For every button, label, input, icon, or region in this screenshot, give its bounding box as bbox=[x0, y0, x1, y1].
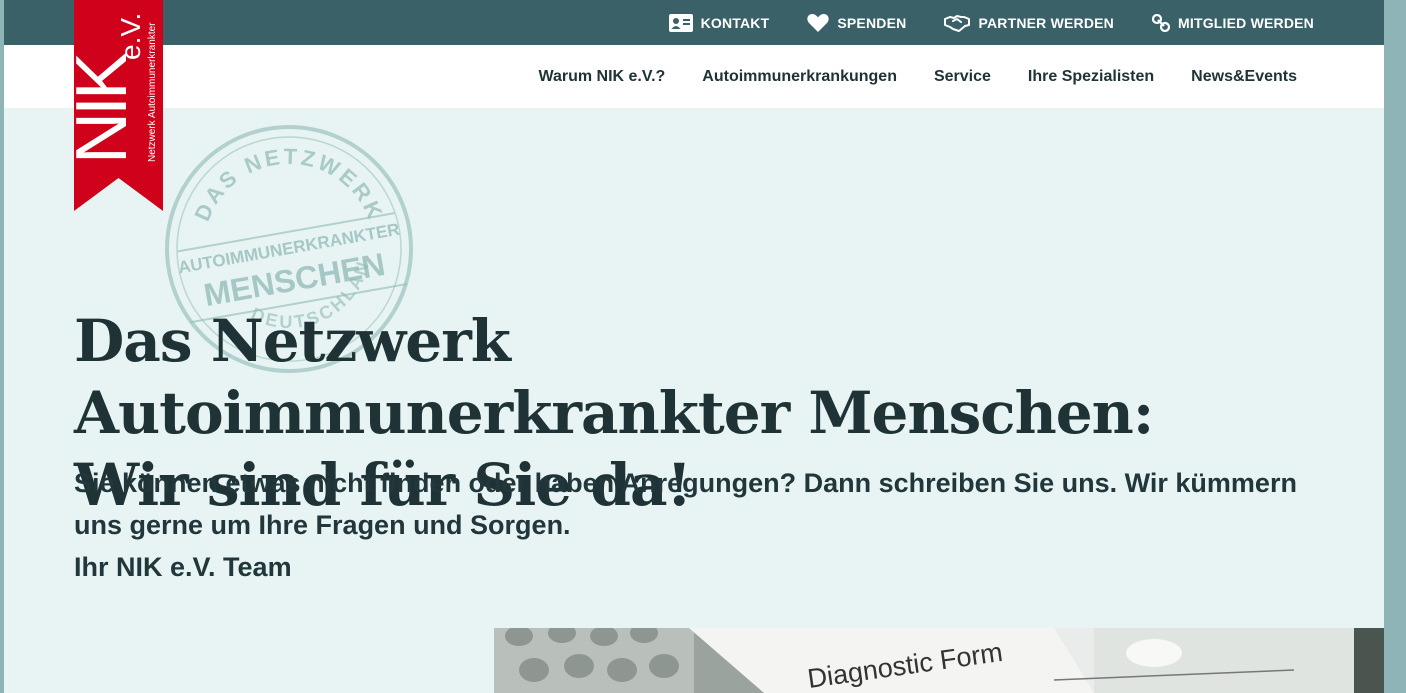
nav-item-warum-nik[interactable]: Warum NIK e.V.? bbox=[538, 68, 665, 86]
logo-tagline: Netzwerk Autoimmunerkrankter bbox=[147, 22, 158, 162]
become-partner-link[interactable]: PARTNER WERDEN bbox=[944, 14, 1114, 32]
svg-text:DAS NETZWERK: DAS NETZWERK bbox=[189, 144, 388, 225]
logo-suffix: e.V. bbox=[115, 13, 146, 60]
donate-link[interactable]: SPENDEN bbox=[807, 13, 906, 32]
nik-logo[interactable]: NIK e.V. Netzwerk Autoimmunerkrankter bbox=[74, 0, 163, 211]
link-icon bbox=[1152, 13, 1170, 32]
nav-item-autoimmunerkrankungen[interactable]: Autoimmunerkrankungen bbox=[702, 68, 897, 86]
hero-subtitle-line1: Sie können etwas nicht finden oder haben… bbox=[74, 468, 1297, 540]
become-member-label: MITGLIED WERDEN bbox=[1178, 14, 1314, 31]
become-partner-label: PARTNER WERDEN bbox=[978, 14, 1114, 31]
hero-image: Diagnostic Form bbox=[494, 628, 1384, 693]
contact-card-icon bbox=[668, 13, 693, 32]
hero-subtitle: Sie können etwas nicht finden oder haben… bbox=[74, 462, 1334, 588]
heart-icon bbox=[807, 13, 830, 32]
stamp-top-arc: DAS NETZWERK bbox=[189, 144, 385, 225]
nav-item-service[interactable]: Service bbox=[934, 68, 991, 86]
contact-link[interactable]: KONTAKT bbox=[668, 13, 770, 32]
main-nav-items: Warum NIK e.V.? Autoimmunerkrankungen Se… bbox=[538, 45, 1297, 108]
page: KONTAKT SPENDEN PARTNER WERDEN MITGLIED … bbox=[4, 0, 1384, 693]
hero-subtitle-line2: Ihr NIK e.V. Team bbox=[74, 552, 292, 582]
donate-link-label: SPENDEN bbox=[837, 14, 907, 31]
main-navigation: Warum NIK e.V.? Autoimmunerkrankungen Se… bbox=[4, 45, 1384, 108]
nav-item-news-events[interactable]: News&Events bbox=[1191, 68, 1297, 86]
contact-link-label: KONTAKT bbox=[700, 14, 770, 31]
top-utility-bar: KONTAKT SPENDEN PARTNER WERDEN MITGLIED … bbox=[4, 0, 1384, 45]
become-member-link[interactable]: MITGLIED WERDEN bbox=[1152, 13, 1314, 32]
utility-links: KONTAKT SPENDEN PARTNER WERDEN MITGLIED … bbox=[668, 0, 1314, 45]
nav-item-spezialisten[interactable]: Ihre Spezialisten bbox=[1028, 68, 1154, 86]
logo-text: NIK bbox=[74, 52, 142, 164]
handshake-icon bbox=[944, 14, 971, 32]
